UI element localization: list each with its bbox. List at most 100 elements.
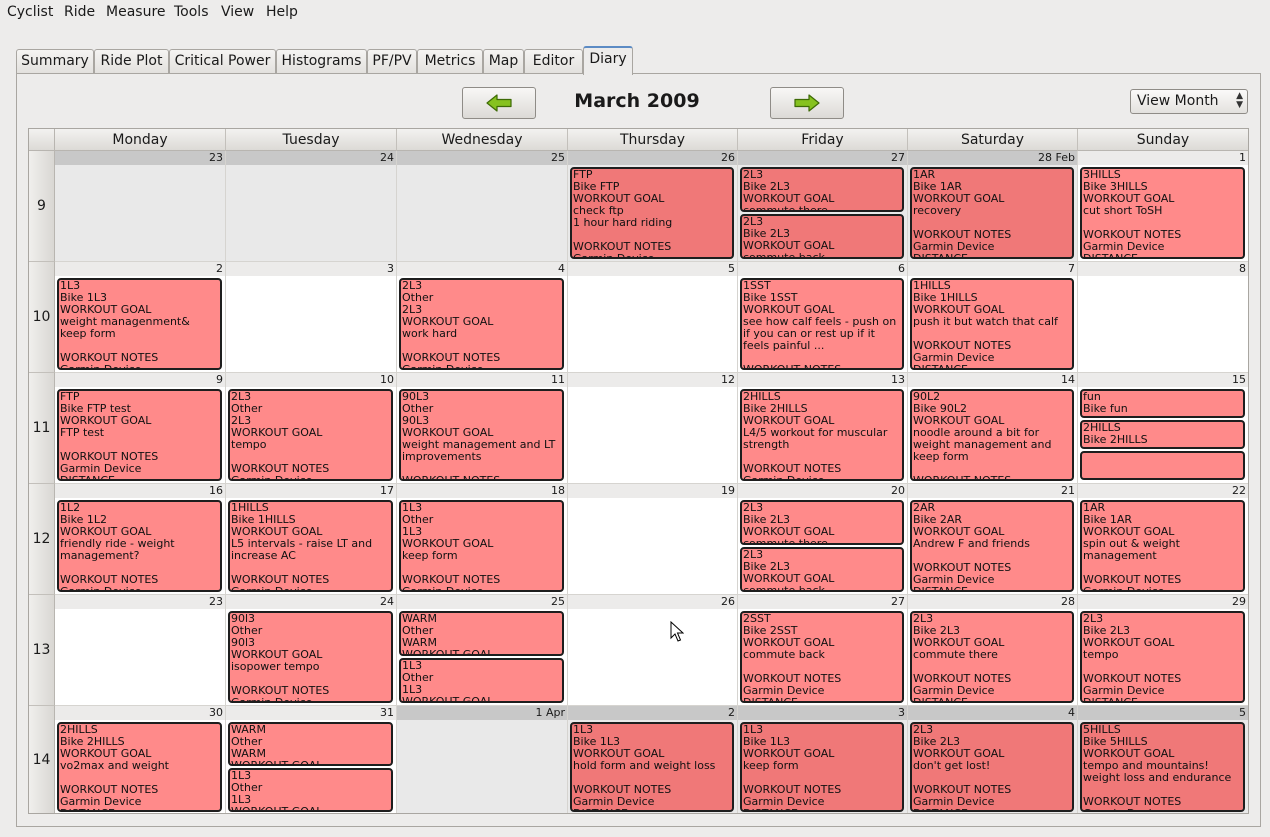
- day-cell[interactable]: 13 2HILLS Bike 2HILLS WORKOUT GOAL L4/5 w…: [738, 373, 908, 484]
- workout-entry[interactable]: 2L3 Bike 2L3 WORKOUT GOAL commute there: [740, 500, 904, 545]
- workout-entry[interactable]: FTP Bike FTP WORKOUT GOAL check ftp 1 ho…: [570, 167, 734, 259]
- tab-summary[interactable]: Summary: [16, 49, 94, 74]
- workout-entry[interactable]: 1L3 Bike 1L3 WORKOUT GOAL weight managen…: [57, 278, 222, 370]
- workout-entry[interactable]: 2AR Bike 2AR WORKOUT GOAL Andrew F and f…: [910, 500, 1074, 592]
- day-cell[interactable]: 27 2L3 Bike 2L3 WORKOUT GOAL commute ther…: [738, 151, 908, 262]
- menu-tools[interactable]: Tools: [174, 4, 209, 20]
- workout-entry[interactable]: 2L3 Bike 2L3 WORKOUT GOAL commute there …: [910, 611, 1074, 703]
- day-cell[interactable]: 3: [226, 262, 397, 373]
- day-cell[interactable]: 6 1SST Bike 1SST WORKOUT GOAL see how cal…: [738, 262, 908, 373]
- workout-entry[interactable]: 2L3 Bike 2L3 WORKOUT GOAL commute back: [740, 547, 904, 592]
- workout-entry[interactable]: 2HILLS Bike 2HILLS WORKOUT GOAL vo2max a…: [57, 722, 222, 812]
- day-number: 5: [1078, 706, 1248, 720]
- day-cell[interactable]: 1 Apr: [397, 706, 568, 813]
- workout-entry[interactable]: 1L3 Other 1L3 WORKOUT GOAL: [228, 768, 393, 812]
- tab-critical-power[interactable]: Critical Power: [169, 49, 276, 74]
- workout-entry[interactable]: 2L3 Bike 2L3 WORKOUT GOAL don't get lost…: [910, 722, 1074, 812]
- tab-diary[interactable]: Diary: [583, 46, 633, 75]
- day-cell[interactable]: 2 1L3 Bike 1L3 WORKOUT GOAL weight manage…: [55, 262, 226, 373]
- day-cell[interactable]: 26: [568, 595, 738, 706]
- day-cell[interactable]: 5 5HILLS Bike 5HILLS WORKOUT GOAL tempo a…: [1078, 706, 1248, 813]
- tab-editor[interactable]: Editor: [524, 49, 583, 74]
- prev-month-button[interactable]: [462, 87, 536, 119]
- day-cell[interactable]: 23: [55, 595, 226, 706]
- workout-entry[interactable]: [1080, 451, 1245, 480]
- workout-entry[interactable]: 2HILLS Bike 2HILLS WORKOUT GOAL: [1080, 420, 1245, 449]
- day-cell[interactable]: 4 2L3 Other 2L3 WORKOUT GOAL work hard WO…: [397, 262, 568, 373]
- workout-entry[interactable]: 1SST Bike 1SST WORKOUT GOAL see how calf…: [740, 278, 904, 370]
- workout-entry[interactable]: FTP Bike FTP test WORKOUT GOAL FTP test …: [57, 389, 222, 481]
- day-cell[interactable]: 27 2SST Bike 2SST WORKOUT GOAL commute ba…: [738, 595, 908, 706]
- day-cell[interactable]: 23: [55, 151, 226, 262]
- view-mode-select[interactable]: View Month ▲ ▼: [1130, 89, 1248, 114]
- workout-entry[interactable]: 1L3 Other 1L3 WORKOUT GOAL keep form WOR…: [399, 500, 564, 592]
- workout-entry[interactable]: 1L3 Bike 1L3 WORKOUT GOAL keep form WORK…: [740, 722, 904, 812]
- workout-entry[interactable]: 2SST Bike 2SST WORKOUT GOAL commute back…: [740, 611, 904, 703]
- workout-entry[interactable]: 2HILLS Bike 2HILLS WORKOUT GOAL L4/5 wor…: [740, 389, 904, 481]
- workout-entry[interactable]: WARM Other WARM WORKOUT GOAL: [228, 722, 393, 766]
- workout-entry[interactable]: 3HILLS Bike 3HILLS WORKOUT GOAL cut shor…: [1080, 167, 1245, 259]
- menu-help[interactable]: Help: [266, 4, 298, 20]
- day-cell[interactable]: 25: [397, 151, 568, 262]
- day-cell[interactable]: 16 1L2 Bike 1L2 WORKOUT GOAL friendly rid…: [55, 484, 226, 595]
- day-cell[interactable]: 10 2L3 Other 2L3 WORKOUT GOAL tempo WORKO…: [226, 373, 397, 484]
- workout-entry[interactable]: 90L2 Bike 90L2 WORKOUT GOAL noodle aroun…: [910, 389, 1074, 481]
- tab-map[interactable]: Map: [483, 49, 524, 74]
- tab-histograms[interactable]: Histograms: [276, 49, 367, 74]
- workout-entry[interactable]: 90l3 Other 90l3 WORKOUT GOAL isopower te…: [228, 611, 393, 703]
- workout-entry[interactable]: 1AR Bike 1AR WORKOUT GOAL recovery WORKO…: [910, 167, 1074, 259]
- workout-entry[interactable]: 2L3 Bike 2L3 WORKOUT GOAL tempo WORKOUT …: [1080, 611, 1245, 703]
- day-cell[interactable]: 31 WARM Other WARM WORKOUT GOAL 1L3 Other …: [226, 706, 397, 813]
- workout-entry[interactable]: 1AR Bike 1AR WORKOUT GOAL spin out & wei…: [1080, 500, 1245, 592]
- menu-ride[interactable]: Ride: [64, 4, 95, 20]
- day-cell[interactable]: 24 90l3 Other 90l3 WORKOUT GOAL isopower …: [226, 595, 397, 706]
- day-cell[interactable]: 28 2L3 Bike 2L3 WORKOUT GOAL commute ther…: [908, 595, 1078, 706]
- day-cell[interactable]: 8: [1078, 262, 1248, 373]
- menu-cyclist[interactable]: Cyclist: [7, 4, 53, 20]
- day-cell[interactable]: 30 2HILLS Bike 2HILLS WORKOUT GOAL vo2max…: [55, 706, 226, 813]
- day-cell[interactable]: 12: [568, 373, 738, 484]
- workout-entry[interactable]: 1HILLS Bike 1HILLS WORKOUT GOAL push it …: [910, 278, 1074, 370]
- day-cell[interactable]: 11 90L3 Other 90L3 WORKOUT GOAL weight ma…: [397, 373, 568, 484]
- day-cell[interactable]: 2 1L3 Bike 1L3 WORKOUT GOAL hold form and…: [568, 706, 738, 813]
- day-cell[interactable]: 15 fun Bike fun WORKOUT GOAL2HILLS Bike 2…: [1078, 373, 1248, 484]
- workout-entry[interactable]: 2L3 Other 2L3 WORKOUT GOAL tempo WORKOUT…: [228, 389, 393, 481]
- tab-ride-plot[interactable]: Ride Plot: [94, 49, 169, 74]
- day-cell[interactable]: 3 1L3 Bike 1L3 WORKOUT GOAL keep form WOR…: [738, 706, 908, 813]
- day-cell[interactable]: 1 3HILLS Bike 3HILLS WORKOUT GOAL cut sho…: [1078, 151, 1248, 262]
- day-cell[interactable]: 24: [226, 151, 397, 262]
- workout-entry[interactable]: 1L3 Bike 1L3 WORKOUT GOAL hold form and …: [570, 722, 734, 812]
- day-cell[interactable]: 9 FTP Bike FTP test WORKOUT GOAL FTP test…: [55, 373, 226, 484]
- workout-entry[interactable]: 1L3 Other 1L3 WORKOUT GOAL: [399, 658, 564, 703]
- day-cell[interactable]: 28 Feb 1AR Bike 1AR WORKOUT GOAL recovery…: [908, 151, 1078, 262]
- day-cell[interactable]: 22 1AR Bike 1AR WORKOUT GOAL spin out & w…: [1078, 484, 1248, 595]
- day-cell[interactable]: 19: [568, 484, 738, 595]
- day-cell[interactable]: 14 90L2 Bike 90L2 WORKOUT GOAL noodle aro…: [908, 373, 1078, 484]
- day-cell[interactable]: 17 1HILLS Bike 1HILLS WORKOUT GOAL L5 int…: [226, 484, 397, 595]
- workout-entry[interactable]: 2L3 Bike 2L3 WORKOUT GOAL commute back: [740, 214, 904, 259]
- day-cell[interactable]: 21 2AR Bike 2AR WORKOUT GOAL Andrew F and…: [908, 484, 1078, 595]
- tab-pf-pv[interactable]: PF/PV: [367, 49, 417, 74]
- month-title: March 2009: [574, 90, 700, 112]
- workout-entry[interactable]: 2L3 Other 2L3 WORKOUT GOAL work hard WOR…: [399, 278, 564, 370]
- menu-view[interactable]: View: [221, 4, 254, 20]
- menu-measure[interactable]: Measure: [106, 4, 166, 20]
- day-cell[interactable]: 25 WARM Other WARM WORKOUT GOAL 1L3 Other …: [397, 595, 568, 706]
- workout-entry[interactable]: WARM Other WARM WORKOUT GOAL: [399, 611, 564, 656]
- workout-entry[interactable]: fun Bike fun WORKOUT GOAL: [1080, 389, 1245, 418]
- day-cell[interactable]: 4 2L3 Bike 2L3 WORKOUT GOAL don't get los…: [908, 706, 1078, 813]
- workout-entry[interactable]: 90L3 Other 90L3 WORKOUT GOAL weight mana…: [399, 389, 564, 481]
- day-number: 28 Feb: [908, 151, 1077, 165]
- tab-metrics[interactable]: Metrics: [417, 49, 483, 74]
- day-cell[interactable]: 5: [568, 262, 738, 373]
- day-cell[interactable]: 20 2L3 Bike 2L3 WORKOUT GOAL commute ther…: [738, 484, 908, 595]
- day-cell[interactable]: 18 1L3 Other 1L3 WORKOUT GOAL keep form W…: [397, 484, 568, 595]
- day-cell[interactable]: 26 FTP Bike FTP WORKOUT GOAL check ftp 1 …: [568, 151, 738, 262]
- workout-entry[interactable]: 2L3 Bike 2L3 WORKOUT GOAL commute there: [740, 167, 904, 212]
- day-cell[interactable]: 7 1HILLS Bike 1HILLS WORKOUT GOAL push it…: [908, 262, 1078, 373]
- workout-entry[interactable]: 1L2 Bike 1L2 WORKOUT GOAL friendly ride …: [57, 500, 222, 592]
- day-cell[interactable]: 29 2L3 Bike 2L3 WORKOUT GOAL tempo WORKOU…: [1078, 595, 1248, 706]
- workout-entry[interactable]: 5HILLS Bike 5HILLS WORKOUT GOAL tempo an…: [1080, 722, 1245, 812]
- next-month-button[interactable]: [770, 87, 844, 119]
- workout-entry[interactable]: 1HILLS Bike 1HILLS WORKOUT GOAL L5 inter…: [228, 500, 393, 592]
